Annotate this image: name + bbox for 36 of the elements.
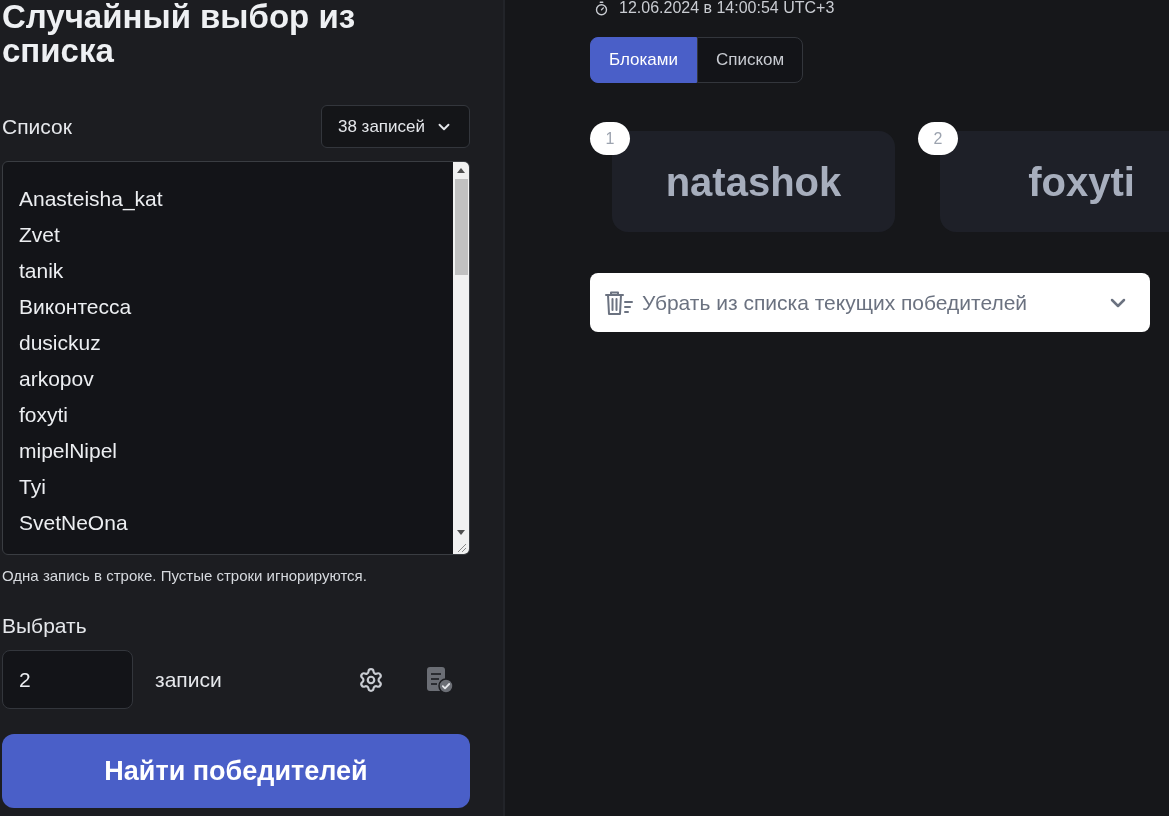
settings-icon[interactable]: [358, 666, 384, 693]
scroll-up-icon[interactable]: [457, 168, 465, 173]
list-entry: Anasteisha_kat: [19, 186, 163, 213]
winner-name: foxyti: [1028, 158, 1135, 206]
list-hint: Одна запись в строке. Пустые строки игнорируются.: [2, 566, 368, 586]
timestamp: 12.06.2024 в 14:00:54 UTC+3: [619, 0, 835, 16]
count-input[interactable]: 2: [2, 650, 133, 709]
scrollbar-thumb[interactable]: [454, 179, 468, 275]
list-entry: SvetNeOna: [19, 510, 128, 536]
stopwatch-icon: [594, 0, 609, 16]
list-entry: Tyi: [19, 474, 46, 500]
rank-badge: 2: [918, 122, 958, 155]
rank-badge: 1: [590, 122, 630, 155]
view-tab[interactable]: Блоками: [590, 37, 697, 83]
list-entry: Zvet: [19, 222, 60, 248]
find-winners-button[interactable]: Найти победителей: [2, 734, 470, 808]
scroll-down-icon[interactable]: [457, 530, 465, 535]
resize-grip-icon[interactable]: [455, 541, 467, 553]
pick-label: Выбрать: [2, 613, 87, 639]
entries-count-dropdown[interactable]: 38 записей: [320, 105, 470, 148]
list-entry: dusickuz: [19, 330, 101, 356]
unit-label: записи: [155, 666, 222, 693]
list-textarea[interactable]: Anasteisha_kat Zvet tanik Виконтесса dusickuz arkopov foxyti mipelNipel Tyi SvetNeOna: [2, 161, 470, 555]
remove-winners-dropdown[interactable]: Убрать из списка текущих победителей: [590, 273, 1150, 332]
list-entry: Виконтесса: [19, 294, 132, 320]
list-entry: tanik: [19, 258, 64, 284]
list-entry: arkopov: [19, 366, 94, 392]
trash-list-icon: [604, 289, 634, 316]
list-label: Список: [2, 113, 72, 140]
list-entry: foxyti: [19, 402, 68, 428]
list-entry: mipelNipel: [19, 438, 118, 464]
winner-name: natashok: [665, 158, 842, 206]
scrollbar[interactable]: [453, 162, 469, 554]
view-tab[interactable]: Списком: [697, 37, 804, 83]
document-check-icon[interactable]: [426, 665, 454, 694]
page-title: Случайный выбор из списка: [2, 0, 357, 68]
